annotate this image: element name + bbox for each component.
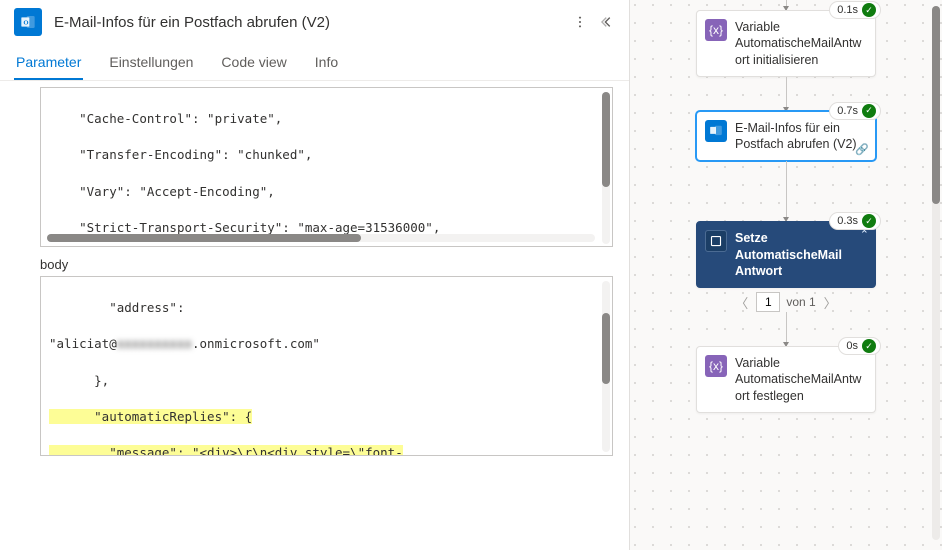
- loop-icon: [705, 230, 727, 252]
- pager-current-input[interactable]: [756, 292, 780, 312]
- pager-prev[interactable]: 〈: [733, 293, 750, 312]
- outlook-icon: O: [14, 8, 42, 36]
- status-time: 0.3s: [837, 215, 858, 227]
- scrollbar-thumb[interactable]: [602, 313, 610, 384]
- connector: [786, 161, 787, 221]
- flow-node-get-mail-tips[interactable]: 0.7s ✓ E-Mail-Infos für ein Postfach abr…: [696, 111, 876, 162]
- scrollbar-thumb-h[interactable]: [47, 234, 361, 242]
- headers-output[interactable]: "Cache-Control": "private", "Transfer-En…: [40, 87, 613, 247]
- connector: [786, 77, 787, 111]
- flow-canvas[interactable]: 0.1s ✓ {x} Variable AutomatischeMailAntw…: [630, 0, 942, 550]
- tab-einstellungen[interactable]: Einstellungen: [107, 44, 195, 80]
- success-check-icon: ✓: [862, 339, 876, 353]
- success-check-icon: ✓: [862, 214, 876, 228]
- status-time: 0.7s: [837, 105, 858, 117]
- status-time: 0s: [846, 340, 858, 352]
- flow-node-variable-set[interactable]: 0s ✓ {x} Variable AutomatischeMailAntwor…: [696, 346, 876, 413]
- status-time: 0.1s: [837, 4, 858, 16]
- body-label: body: [40, 257, 613, 272]
- flow-node-set-variable[interactable]: 0.3s ✓ Setze AutomatischeMailAntwort ⌃: [696, 221, 876, 288]
- tab-info[interactable]: Info: [313, 44, 340, 80]
- pager-next[interactable]: 〉: [822, 293, 839, 312]
- node-title: Variable AutomatischeMailAntwort festleg…: [735, 355, 867, 404]
- status-pill: 0.1s ✓: [829, 1, 881, 19]
- loop-pager: 〈 von 1 〉: [733, 292, 838, 312]
- panel-header: O E-Mail-Infos für ein Postfach abrufen …: [0, 0, 629, 44]
- panel-title: E-Mail-Infos für ein Postfach abrufen (V…: [54, 14, 561, 31]
- tab-content: "Cache-Control": "private", "Transfer-En…: [0, 81, 629, 550]
- node-title: Variable AutomatischeMailAntwort initial…: [735, 19, 867, 68]
- connector: [786, 0, 787, 10]
- status-pill: 0s ✓: [838, 337, 881, 355]
- tab-strip: Parameter Einstellungen Code view Info: [0, 44, 629, 81]
- more-menu-icon[interactable]: [573, 15, 587, 29]
- node-title: E-Mail-Infos für ein Postfach abrufen (V…: [735, 120, 867, 153]
- collapse-panel-icon[interactable]: [601, 15, 615, 29]
- body-output[interactable]: "address": "aliciat@xxxxxxxxxx.onmicroso…: [40, 276, 613, 456]
- pager-of-label: von 1: [786, 295, 815, 309]
- status-pill: 0.3s ✓: [829, 212, 881, 230]
- variable-icon: {x}: [705, 355, 727, 377]
- variable-icon: {x}: [705, 19, 727, 41]
- tab-parameter[interactable]: Parameter: [14, 44, 83, 80]
- canvas-scrollbar-thumb[interactable]: [932, 6, 940, 204]
- svg-text:O: O: [23, 20, 28, 27]
- outlook-icon: [705, 120, 727, 142]
- connector: [786, 312, 787, 346]
- scrollbar-thumb[interactable]: [602, 92, 610, 187]
- success-check-icon: ✓: [862, 3, 876, 17]
- node-title: Setze AutomatischeMailAntwort: [735, 230, 851, 279]
- status-pill: 0.7s ✓: [829, 102, 881, 120]
- chevron-up-icon[interactable]: ⌃: [860, 228, 869, 241]
- tab-code-view[interactable]: Code view: [219, 44, 288, 80]
- linked-icon: 🔗: [855, 143, 869, 156]
- success-check-icon: ✓: [862, 104, 876, 118]
- flow-node-variable-init[interactable]: 0.1s ✓ {x} Variable AutomatischeMailAntw…: [696, 10, 876, 77]
